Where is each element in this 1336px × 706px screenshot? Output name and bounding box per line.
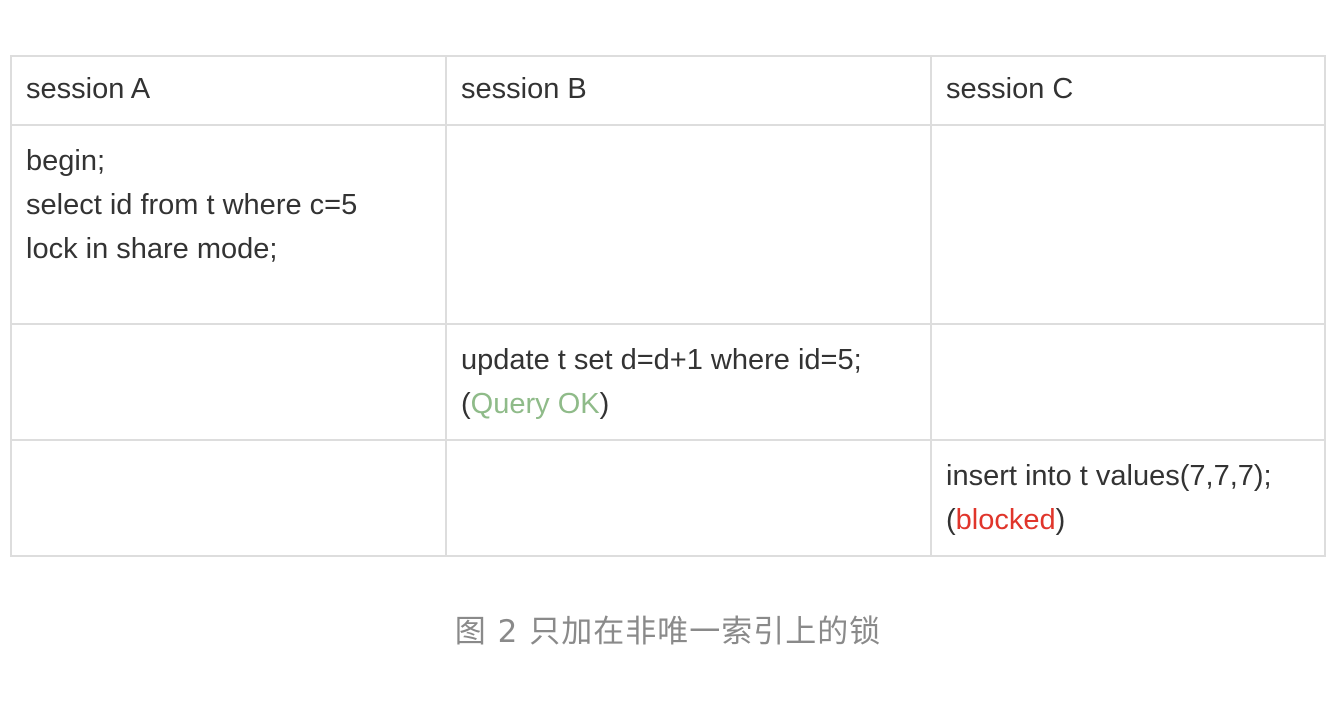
sql-line: update t set d=d+1 where id=5; [461, 344, 862, 376]
header-session-b: session B [445, 55, 932, 126]
table-row: begin; select id from t where c=5 lock i… [10, 124, 1326, 325]
table-header-row: session A session B session C [10, 55, 1326, 126]
cell-session-c-step2 [930, 323, 1326, 441]
sql-line: lock in share mode; [26, 233, 278, 265]
cell-session-a-step1: begin; select id from t where c=5 lock i… [10, 124, 447, 325]
figure-caption: 图 2 只加在非唯一索引上的锁 [454, 614, 882, 650]
sql-line: begin; [26, 145, 106, 177]
paren-close: ) [1055, 504, 1066, 536]
header-session-c: session C [930, 55, 1326, 126]
cell-session-b-step3 [445, 439, 932, 557]
cell-session-b-step1 [445, 124, 932, 325]
cell-session-b-step2: update t set d=d+1 where id=5; (Query OK… [445, 323, 932, 441]
status-blocked: blocked [955, 504, 1056, 536]
cell-session-c-step1 [930, 124, 1326, 325]
paren-open: ( [461, 388, 471, 420]
status-query-ok: Query OK [470, 388, 600, 420]
paren-open: ( [946, 504, 956, 536]
result-line: (blocked) [946, 498, 1310, 542]
session-timeline-table: session A session B session C begin; sel… [10, 55, 1326, 557]
cell-session-a-step3 [10, 439, 447, 557]
cell-session-c-step3: insert into t values(7,7,7); (blocked) [930, 439, 1326, 557]
sql-line: select id from t where c=5 [26, 189, 358, 221]
result-line: (Query OK) [461, 382, 916, 426]
table-row: insert into t values(7,7,7); (blocked) [10, 439, 1326, 557]
paren-close: ) [599, 388, 610, 420]
header-session-a: session A [10, 55, 447, 126]
table-row: update t set d=d+1 where id=5; (Query OK… [10, 323, 1326, 441]
cell-session-a-step2 [10, 323, 447, 441]
sql-line: insert into t values(7,7,7); [946, 460, 1272, 492]
